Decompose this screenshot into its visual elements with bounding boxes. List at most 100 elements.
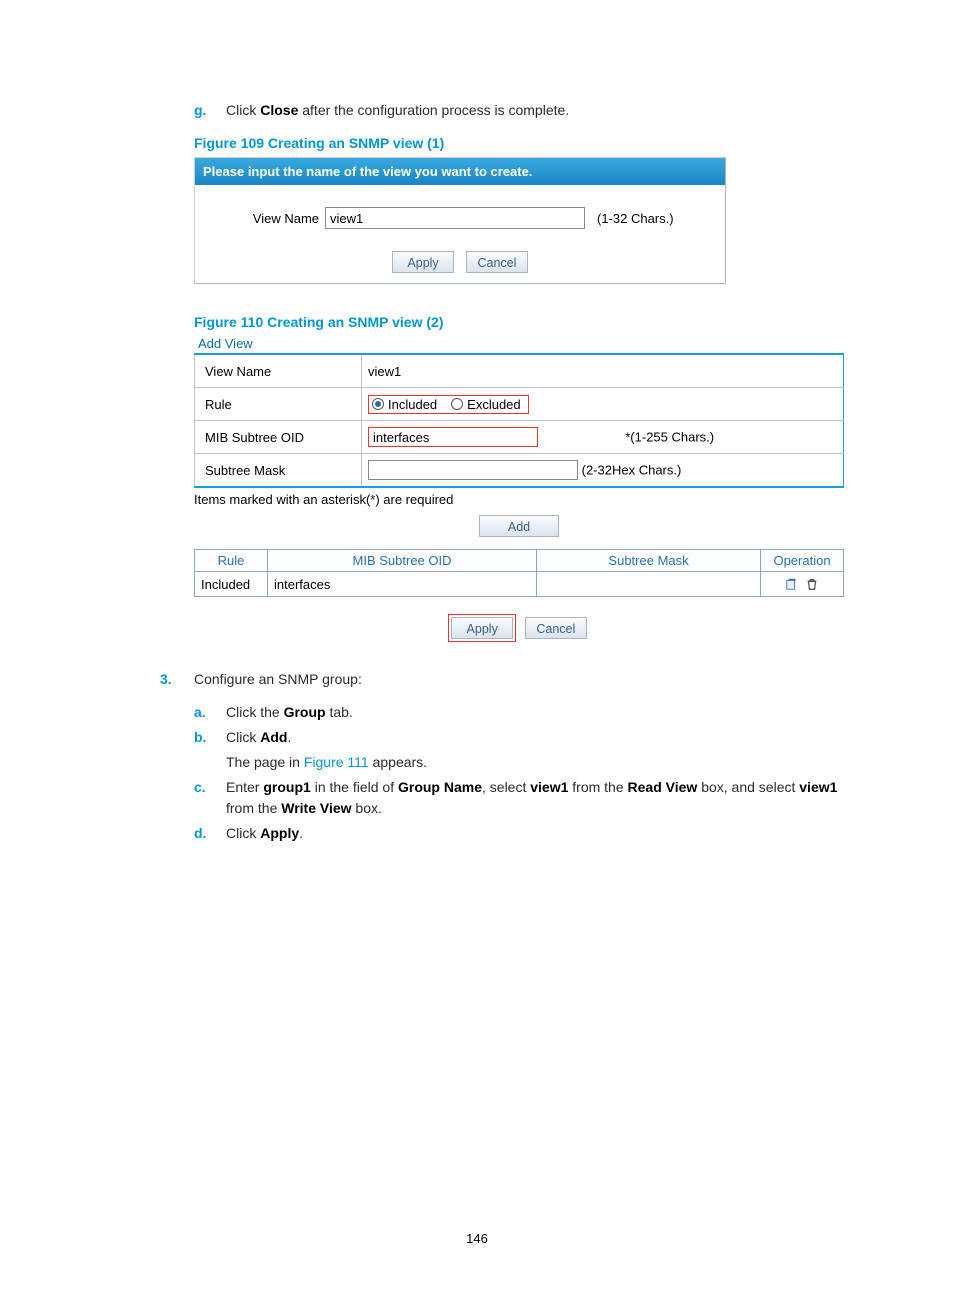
form-table: View Name view1 Rule Included Excluded <box>194 353 844 488</box>
row-mib-oid: MIB Subtree OID *(1-255 Chars.) <box>195 421 844 454</box>
radio-excluded[interactable]: Excluded <box>451 397 520 412</box>
add-button-row: Add <box>194 515 844 537</box>
text: Click <box>226 102 260 118</box>
radio-included[interactable]: Included <box>372 397 437 412</box>
mib-oid-label: MIB Subtree OID <box>195 421 362 454</box>
sub-body: Click Add. The page in Figure 111 appear… <box>226 727 854 773</box>
bold: view1 <box>530 779 568 795</box>
view-name-label: View Name <box>195 354 362 388</box>
col-subtree-mask: Subtree Mask <box>537 550 761 572</box>
bold: group1 <box>263 779 310 795</box>
cell-rule: Included <box>195 572 268 597</box>
radio-included-label: Included <box>388 397 437 412</box>
bold: view1 <box>799 779 837 795</box>
text: . <box>299 825 303 841</box>
bold: Write View <box>281 800 351 816</box>
figure-109-caption: Figure 109 Creating an SNMP view (1) <box>194 135 854 151</box>
apply-button[interactable]: Apply <box>451 617 513 639</box>
text: , select <box>482 779 530 795</box>
grid-data-row: Included interfaces <box>195 572 844 597</box>
view-name-label: View Name <box>229 211 319 226</box>
bold-group: Group <box>284 704 326 720</box>
view-name-row: View Name (1-32 Chars.) <box>205 207 715 229</box>
bold: Group Name <box>398 779 482 795</box>
text: . <box>287 729 291 745</box>
text: tab. <box>326 704 353 720</box>
required-note: Items marked with an asterisk(*) are req… <box>194 492 844 507</box>
text: The page in <box>226 754 304 770</box>
step-g-text: Click Close after the configuration proc… <box>226 100 854 121</box>
edit-icon[interactable] <box>785 577 799 591</box>
text: Click the <box>226 704 284 720</box>
view-name-input[interactable] <box>325 207 585 229</box>
step-g: g. Click Close after the configuration p… <box>194 100 854 121</box>
radio-excluded-label: Excluded <box>467 397 520 412</box>
text: from the <box>226 800 281 816</box>
add-button[interactable]: Add <box>479 515 559 537</box>
page-number: 146 <box>0 1231 954 1246</box>
apply-cancel-row: Apply Cancel <box>194 617 844 639</box>
results-grid: Rule MIB Subtree OID Subtree Mask Operat… <box>194 549 844 597</box>
text: appears. <box>369 754 427 770</box>
cell-operation <box>761 572 844 597</box>
step-3-marker: 3. <box>160 669 180 690</box>
view-name-value: view1 <box>362 354 844 388</box>
step-3-text: Configure an SNMP group: <box>194 669 362 690</box>
text: after the configuration process is compl… <box>298 102 569 118</box>
figure-110-caption: Figure 110 Creating an SNMP view (2) <box>194 314 854 330</box>
figure-110-panel: Add View View Name view1 Rule Included <box>194 336 844 639</box>
apply-button[interactable]: Apply <box>392 251 454 273</box>
radio-empty-icon <box>451 398 463 410</box>
figure-111-link[interactable]: Figure 111 <box>304 754 369 770</box>
trash-icon[interactable] <box>805 577 819 591</box>
rule-radio-group: Included Excluded <box>368 395 529 414</box>
row-view-name: View Name view1 <box>195 354 844 388</box>
step-3: 3. Configure an SNMP group: <box>160 669 854 690</box>
bold-close: Close <box>260 102 298 118</box>
sub-marker: a. <box>194 702 212 723</box>
sub-marker: c. <box>194 777 212 819</box>
add-view-heading: Add View <box>198 336 844 351</box>
text: Click <box>226 729 260 745</box>
sub-marker: b. <box>194 727 212 773</box>
bold-apply: Apply <box>260 825 299 841</box>
step-g-marker: g. <box>194 100 212 121</box>
row-subtree-mask: Subtree Mask (2-32Hex Chars.) <box>195 454 844 488</box>
text: Enter <box>226 779 263 795</box>
mib-oid-hint: *(1-255 Chars.) <box>625 430 714 445</box>
row-rule: Rule Included Excluded <box>195 388 844 421</box>
step-3b: b. Click Add. The page in Figure 111 app… <box>194 727 854 773</box>
sub-marker: d. <box>194 823 212 844</box>
cancel-button[interactable]: Cancel <box>466 251 528 273</box>
col-rule: Rule <box>195 550 268 572</box>
subtree-mask-hint: (2-32Hex Chars.) <box>582 463 682 478</box>
bold: Read View <box>628 779 698 795</box>
cell-mask <box>537 572 761 597</box>
dialog-header: Please input the name of the view you wa… <box>195 158 725 185</box>
step-3a: a. Click the Group tab. <box>194 702 854 723</box>
col-operation: Operation <box>761 550 844 572</box>
text: from the <box>568 779 627 795</box>
sub-body: Click Apply. <box>226 823 854 844</box>
bold-add: Add <box>260 729 287 745</box>
rule-label: Rule <box>195 388 362 421</box>
button-row: Apply Cancel <box>205 251 715 273</box>
cancel-button[interactable]: Cancel <box>525 617 587 639</box>
text: box, and select <box>697 779 799 795</box>
figure-109-panel: Please input the name of the view you wa… <box>194 157 726 284</box>
subtree-mask-input[interactable] <box>368 460 578 480</box>
mib-oid-highlight <box>368 427 538 447</box>
grid-header-row: Rule MIB Subtree OID Subtree Mask Operat… <box>195 550 844 572</box>
text: in the field of <box>311 779 398 795</box>
cell-oid: interfaces <box>268 572 537 597</box>
sub-body: Click the Group tab. <box>226 702 854 723</box>
text: Click <box>226 825 260 841</box>
dialog-body: View Name (1-32 Chars.) Apply Cancel <box>195 185 725 283</box>
col-mib-oid: MIB Subtree OID <box>268 550 537 572</box>
step-3c: c. Enter group1 in the field of Group Na… <box>194 777 854 819</box>
text: box. <box>352 800 382 816</box>
mib-oid-input[interactable] <box>368 427 538 447</box>
step-3d: d. Click Apply. <box>194 823 854 844</box>
sub-body: Enter group1 in the field of Group Name,… <box>226 777 854 819</box>
radio-dot-icon <box>372 398 384 410</box>
